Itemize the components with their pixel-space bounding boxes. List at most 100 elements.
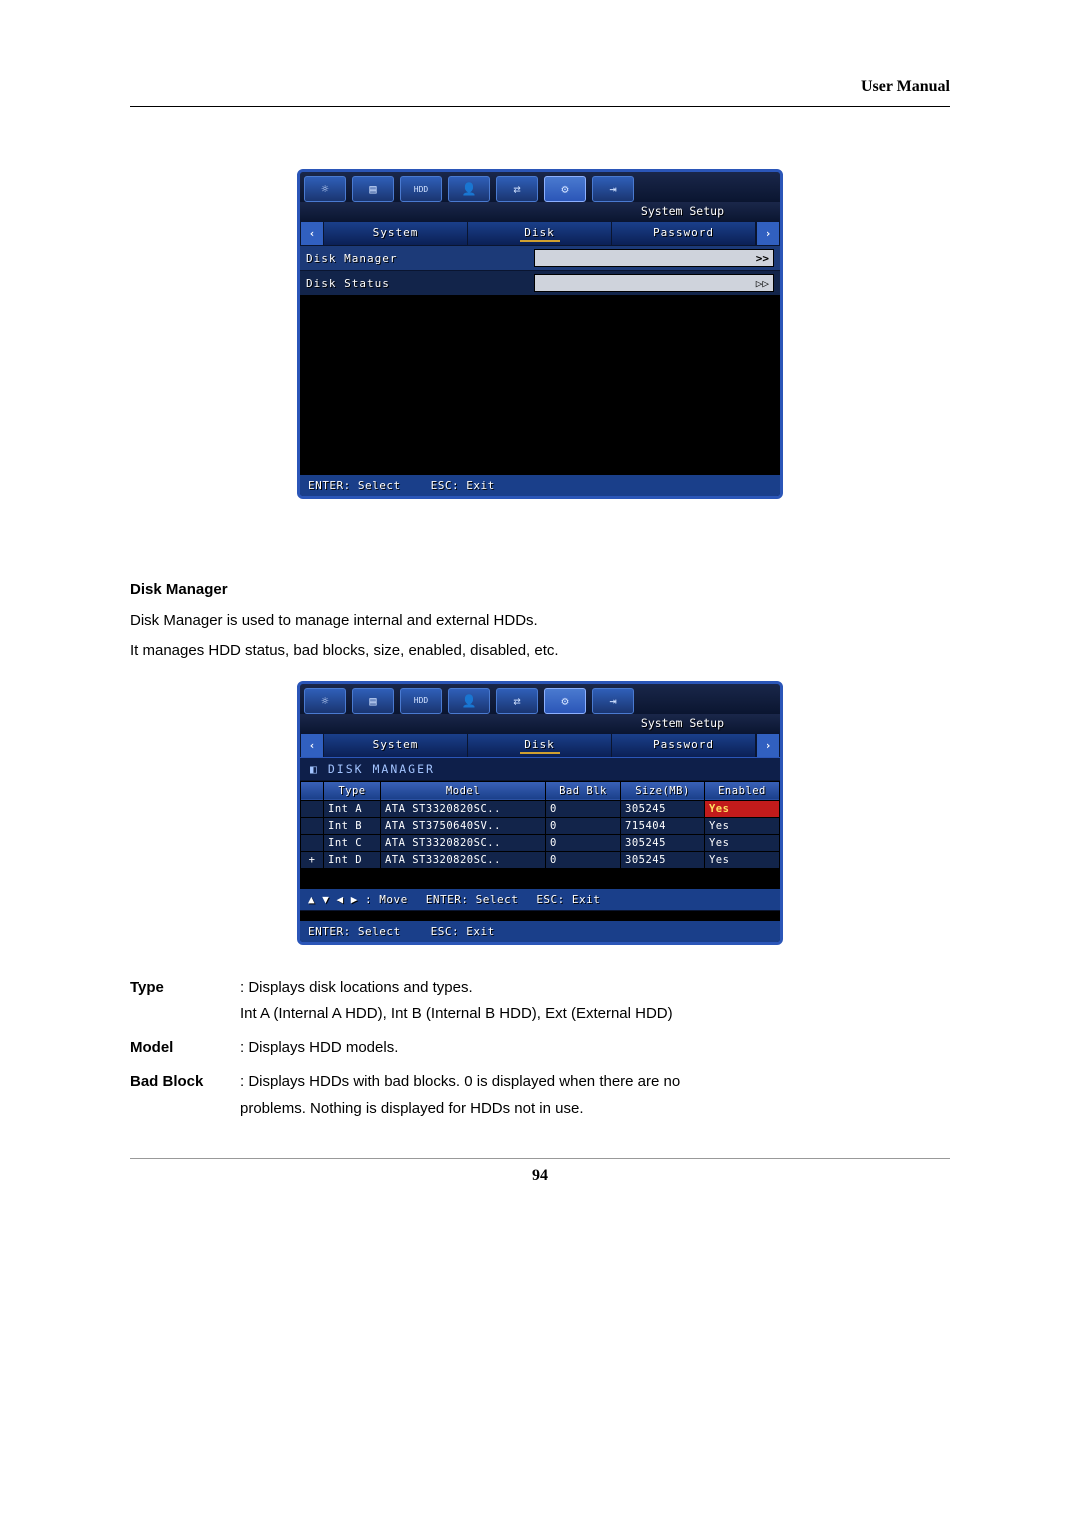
col-type: Type [324, 781, 381, 800]
login-icon[interactable]: ⇥ [592, 688, 634, 714]
footer-enter-hint: ENTER: Select [308, 479, 401, 492]
footer-rule [130, 1158, 950, 1159]
def-term: Model [130, 1035, 240, 1061]
bottom-bar: ENTER: Select ESC: Exit [300, 921, 780, 942]
main-tab-row: ‹ System Disk Password › [300, 222, 780, 245]
col-model: Model [380, 781, 545, 800]
empty-area [300, 295, 780, 475]
tab-disk[interactable]: Disk [468, 222, 612, 245]
tab-system[interactable]: System [324, 222, 468, 245]
header-title: User Manual [861, 78, 950, 95]
sel-marker [301, 817, 324, 834]
cell-bad: 0 [546, 800, 621, 817]
col-sel [301, 781, 324, 800]
sel-marker: + [301, 851, 324, 868]
sel-marker [301, 800, 324, 817]
option-disk-status[interactable]: Disk Status ▷▷ [300, 270, 780, 295]
option-label: Disk Status [306, 277, 466, 290]
option-label: Disk Manager [306, 252, 466, 265]
hint-esc: ESC: Exit [536, 893, 600, 906]
cell-model: ATA ST3320820SC.. [380, 834, 545, 851]
network-icon[interactable]: ⇄ [496, 688, 538, 714]
dvr-toolbar: ☼ ▤ HDD 👤 ⇄ ⚙ ⇥ [300, 684, 780, 714]
user-icon[interactable]: 👤 [448, 176, 490, 202]
table-row[interactable]: Int C ATA ST3320820SC.. 0 305245 Yes [301, 834, 780, 851]
body-text: Disk Manager Disk Manager is used to man… [130, 579, 950, 663]
cell-enabled: Yes [704, 817, 779, 834]
disk-table: Type Model Bad Blk Size(MB) Enabled Int … [300, 781, 780, 869]
login-icon[interactable]: ⇥ [592, 176, 634, 202]
cell-bad: 0 [546, 851, 621, 868]
cell-bad: 0 [546, 834, 621, 851]
cell-model: ATA ST3320820SC.. [380, 851, 545, 868]
tab-system[interactable]: System [324, 734, 468, 757]
brightness-icon[interactable]: ☼ [304, 176, 346, 202]
screenshot-disk-manager: ☼ ▤ HDD 👤 ⇄ ⚙ ⇥ System Setup ‹ System Di… [297, 681, 783, 945]
cell-model: ATA ST3320820SC.. [380, 800, 545, 817]
header-rule [130, 106, 950, 107]
tab-disk[interactable]: Disk [468, 734, 612, 757]
def-row-model: Model : Displays HDD models. [130, 1035, 950, 1061]
def-body: : Displays disk locations and types. Int… [240, 975, 950, 1028]
tab-password[interactable]: Password [612, 222, 756, 245]
brightness-icon[interactable]: ☼ [304, 688, 346, 714]
systemsetup-label: System Setup [300, 202, 780, 222]
bottom-bar: ENTER: Select ESC: Exit [300, 475, 780, 496]
def-row-type: Type : Displays disk locations and types… [130, 975, 950, 1028]
cell-type: Int B [324, 817, 381, 834]
footer-esc-hint: ESC: Exit [431, 479, 495, 492]
main-tab-row: ‹ System Disk Password › [300, 734, 780, 757]
disk-table-body: Int A ATA ST3320820SC.. 0 305245 Yes Int… [301, 800, 780, 868]
gap-area [300, 911, 780, 921]
hint-enter: ENTER: Select [426, 893, 519, 906]
cell-size: 305245 [621, 851, 705, 868]
table-row[interactable]: + Int D ATA ST3320820SC.. 0 305245 Yes [301, 851, 780, 868]
footer-esc-hint: ESC: Exit [431, 925, 495, 938]
option-enter-indicator: >> [534, 249, 774, 267]
network-icon[interactable]: ⇄ [496, 176, 538, 202]
hdd-icon[interactable]: HDD [400, 688, 442, 714]
def-body: : Displays HDD models. [240, 1035, 950, 1061]
tab-scroll-right[interactable]: › [756, 734, 780, 757]
body-p2: It manages HDD status, bad blocks, size,… [130, 640, 950, 663]
cell-type: Int C [324, 834, 381, 851]
table-row[interactable]: Int A ATA ST3320820SC.. 0 305245 Yes [301, 800, 780, 817]
cell-enabled: Yes [704, 800, 779, 817]
setup-icon[interactable]: ⚙ [544, 688, 586, 714]
footer-enter-hint: ENTER: Select [308, 925, 401, 938]
user-icon[interactable]: 👤 [448, 688, 490, 714]
tab-scroll-left[interactable]: ‹ [300, 734, 324, 757]
display-icon[interactable]: ▤ [352, 176, 394, 202]
cell-size: 305245 [621, 834, 705, 851]
tab-password[interactable]: Password [612, 734, 756, 757]
cell-enabled: Yes [704, 834, 779, 851]
tab-scroll-left[interactable]: ‹ [300, 222, 324, 245]
sel-marker [301, 834, 324, 851]
cell-size: 305245 [621, 800, 705, 817]
cell-type: Int D [324, 851, 381, 868]
section-heading: Disk Manager [130, 579, 950, 602]
page-header: User Manual [130, 78, 950, 96]
def-term: Type [130, 975, 240, 1028]
move-hint-bar: ▲ ▼ ◀ ▶ : Move ENTER: Select ESC: Exit [300, 889, 780, 911]
option-enter-indicator: ▷▷ [534, 274, 774, 292]
display-icon[interactable]: ▤ [352, 688, 394, 714]
cell-model: ATA ST3750640SV.. [380, 817, 545, 834]
cell-bad: 0 [546, 817, 621, 834]
tab-scroll-right[interactable]: › [756, 222, 780, 245]
table-row[interactable]: Int B ATA ST3750640SV.. 0 715404 Yes [301, 817, 780, 834]
dvr-toolbar: ☼ ▤ HDD 👤 ⇄ ⚙ ⇥ [300, 172, 780, 202]
def-body: : Displays HDDs with bad blocks. 0 is di… [240, 1069, 950, 1122]
option-disk-manager[interactable]: Disk Manager >> [300, 245, 780, 270]
disk-manager-title: ◧ DISK MANAGER [300, 757, 780, 781]
gap-area [300, 869, 780, 889]
setup-icon[interactable]: ⚙ [544, 176, 586, 202]
definitions: Type : Displays disk locations and types… [130, 975, 950, 1122]
col-size: Size(MB) [621, 781, 705, 800]
col-badblk: Bad Blk [546, 781, 621, 800]
hint-move: ▲ ▼ ◀ ▶ : Move [308, 893, 408, 906]
page-number: 94 [130, 1167, 950, 1185]
body-p1: Disk Manager is used to manage internal … [130, 610, 950, 633]
def-term: Bad Block [130, 1069, 240, 1122]
hdd-icon[interactable]: HDD [400, 176, 442, 202]
